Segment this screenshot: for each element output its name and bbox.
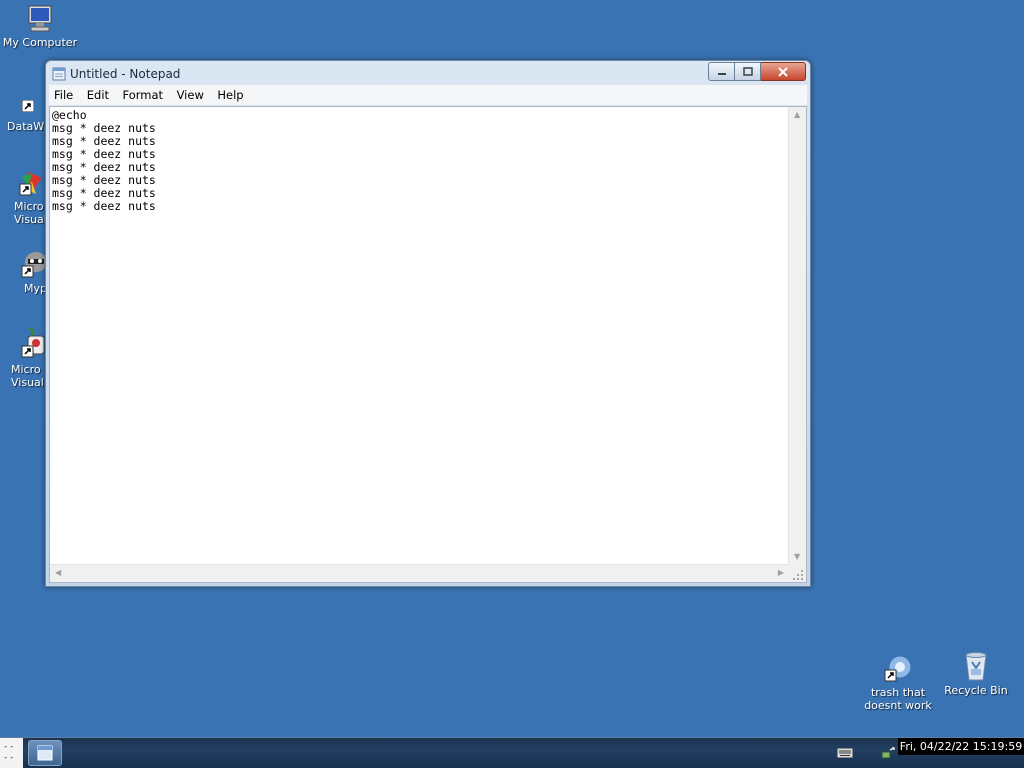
start-line: - - xyxy=(4,742,14,752)
minimize-button[interactable] xyxy=(708,62,735,81)
taskbar-notepad-button[interactable] xyxy=(28,740,62,766)
menu-format[interactable]: Format xyxy=(118,85,169,102)
desktop-icon-label: DataWi xyxy=(7,120,47,133)
scroll-right-icon[interactable]: ▶ xyxy=(778,569,784,577)
vertical-scrollbar[interactable]: ▲ ▼ xyxy=(788,107,806,565)
editor-content[interactable]: @echo msg * deez nuts msg * deez nuts ms… xyxy=(52,109,782,213)
resize-grip[interactable] xyxy=(789,565,806,582)
menu-edit[interactable]: Edit xyxy=(82,85,114,102)
menu-view[interactable]: View xyxy=(172,85,209,102)
raccoon-icon xyxy=(21,252,47,278)
shortcut-arrow-icon xyxy=(22,100,34,112)
notepad-icon xyxy=(52,67,66,81)
desktop-icon-my-computer[interactable]: My Computer xyxy=(0,4,80,49)
menu-file[interactable]: File xyxy=(49,85,78,102)
start-button[interactable]: - - - - xyxy=(0,738,23,768)
desktop-icon-label: My Computer xyxy=(2,36,78,49)
start-line: - - xyxy=(4,753,14,763)
scroll-up-icon[interactable]: ▲ xyxy=(794,111,800,119)
scroll-left-icon[interactable]: ◀ xyxy=(55,569,61,577)
menu-help[interactable]: Help xyxy=(212,85,248,102)
shortcut-icon xyxy=(884,655,912,682)
window-controls xyxy=(708,62,806,81)
close-button[interactable] xyxy=(761,62,806,81)
desktop-icon-trash-that-doesnt-work[interactable]: trash that doesnt work xyxy=(858,652,938,712)
close-icon xyxy=(778,66,788,77)
title-bar[interactable]: Untitled - Notepad xyxy=(46,61,810,85)
desktop-icon-label: Micro Visual xyxy=(14,200,47,226)
desktop-icon-label: Myp xyxy=(24,282,47,295)
taskbar: - - - - Fri, 04/22/22 15:19:59 xyxy=(0,737,1024,768)
visual-app-icon xyxy=(19,172,42,196)
text-editor[interactable]: @echo msg * deez nuts msg * deez nuts ms… xyxy=(49,106,807,583)
recycle-bin-icon xyxy=(965,652,987,681)
maximize-icon xyxy=(742,67,753,76)
scroll-down-icon[interactable]: ▼ xyxy=(794,553,800,561)
window-title: Untitled - Notepad xyxy=(70,67,181,81)
horizontal-scrollbar[interactable]: ◀ ▶ xyxy=(50,564,789,582)
desktop-icon-micro-visual[interactable] xyxy=(18,168,48,200)
minimize-icon xyxy=(717,72,726,75)
resize-grip-icon xyxy=(793,570,803,580)
keyboard-icon[interactable] xyxy=(837,748,853,758)
maximize-button[interactable] xyxy=(735,62,761,81)
desktop-icon-label: Micro Visual xyxy=(11,363,44,389)
desktop-icon-label: trash that xyxy=(870,686,926,699)
visual-app-icon xyxy=(21,326,45,358)
menu-bar: File Edit Format View Help xyxy=(49,85,807,106)
desktop-icon-label: Recycle Bin xyxy=(944,684,1008,697)
computer-icon xyxy=(28,5,52,32)
taskbar-clock[interactable]: Fri, 04/22/22 15:19:59 xyxy=(898,738,1024,755)
desktop-icon-label: doesnt work xyxy=(864,699,932,712)
notepad-window[interactable]: Untitled - Notepad File Edit Format View… xyxy=(45,60,811,587)
notepad-icon xyxy=(37,745,53,761)
network-icon[interactable] xyxy=(881,746,895,762)
desktop-icon-recycle-bin[interactable]: Recycle Bin xyxy=(936,650,1016,697)
